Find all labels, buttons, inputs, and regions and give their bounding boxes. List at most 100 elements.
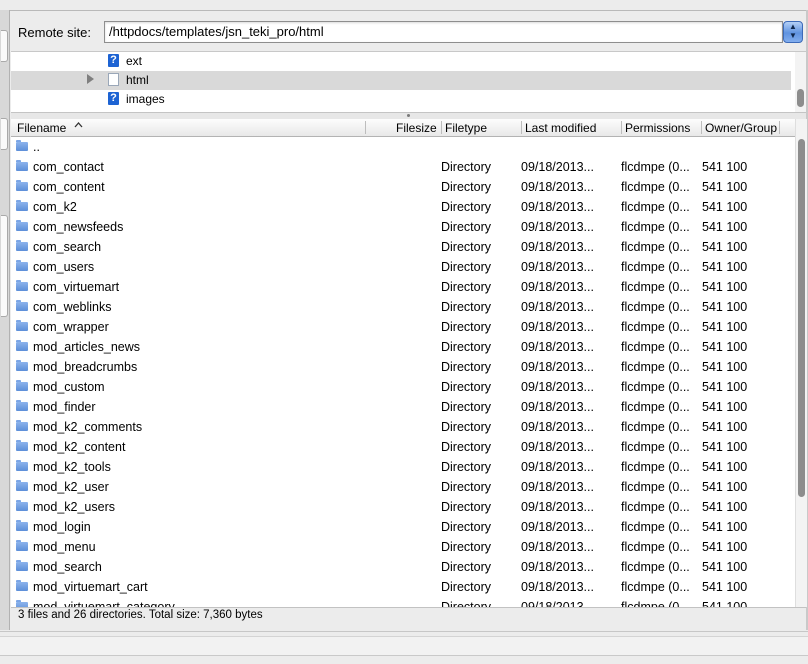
column-filetype[interactable]: Filetype bbox=[445, 121, 487, 135]
column-separator[interactable] bbox=[441, 121, 442, 134]
file-name: mod_articles_news bbox=[33, 340, 140, 354]
file-owner-group: 541 100 bbox=[702, 260, 748, 274]
tree-scrollbar[interactable] bbox=[795, 52, 806, 112]
left-pane-control[interactable] bbox=[1, 118, 8, 150]
tree-item-html[interactable]: html bbox=[11, 71, 791, 90]
table-row[interactable]: com_search Directory 09/18/2013... flcdmpe … bbox=[11, 237, 795, 257]
file-permissions: flcdmpe (0... bbox=[621, 600, 690, 607]
file-type: Directory bbox=[441, 320, 492, 334]
tree-item-images[interactable]: ? images bbox=[11, 90, 791, 109]
file-permissions: flcdmpe (0... bbox=[621, 240, 690, 254]
folder-icon bbox=[16, 500, 28, 511]
table-row[interactable]: com_content Directory 09/18/2013... flcdmpe… bbox=[11, 177, 795, 197]
file-permissions: flcdmpe (0... bbox=[621, 580, 690, 594]
column-permissions[interactable]: Permissions bbox=[625, 121, 690, 135]
folder-icon bbox=[16, 480, 28, 491]
column-separator[interactable] bbox=[621, 121, 622, 134]
file-modified: 09/18/2013... bbox=[521, 540, 594, 554]
file-type: Directory bbox=[441, 260, 492, 274]
file-modified: 09/18/2013... bbox=[521, 480, 594, 494]
table-row[interactable]: mod_k2_comments Directory 09/18/2013... flc… bbox=[11, 417, 795, 437]
column-separator[interactable] bbox=[779, 121, 780, 134]
file-permissions: flcdmpe (0... bbox=[621, 400, 690, 414]
remote-path-input[interactable] bbox=[104, 21, 783, 43]
table-row[interactable]: mod_k2_tools Directory 09/18/2013... flcdmp… bbox=[11, 457, 795, 477]
table-row[interactable]: mod_k2_users Directory 09/18/2013... flcdmp… bbox=[11, 497, 795, 517]
file-owner-group: 541 100 bbox=[702, 380, 748, 394]
splitter-grip-icon bbox=[407, 114, 410, 117]
column-filename[interactable]: Filename bbox=[17, 121, 66, 135]
folder-icon bbox=[16, 420, 28, 431]
table-row[interactable]: mod_finder Directory 09/18/2013... flcdmpe … bbox=[11, 397, 795, 417]
remote-directory-tree: ? ext html ? images bbox=[11, 51, 806, 113]
table-row[interactable]: com_users Directory 09/18/2013... flcdmpe (… bbox=[11, 257, 795, 277]
file-modified: 09/18/2013... bbox=[521, 460, 594, 474]
file-owner-group: 541 100 bbox=[702, 480, 748, 494]
file-list-header: Filename Filesize Filetype Last modified… bbox=[11, 119, 795, 137]
folder-icon bbox=[16, 320, 28, 331]
file-list-scrollbar-thumb[interactable] bbox=[798, 139, 805, 497]
file-name: mod_k2_comments bbox=[33, 420, 143, 434]
table-row[interactable]: .. bbox=[11, 137, 795, 157]
table-row[interactable]: mod_login Directory 09/18/2013... flcdmpe (… bbox=[11, 517, 795, 537]
table-row[interactable]: mod_k2_user Directory 09/18/2013... flcdmpe… bbox=[11, 477, 795, 497]
table-row[interactable]: mod_virtuemart_category Directory 09/18/20… bbox=[11, 597, 795, 607]
file-type: Directory bbox=[441, 200, 492, 214]
tree-item-label: ext bbox=[126, 54, 143, 68]
table-row[interactable]: com_newsfeeds Directory 09/18/2013... flcdm… bbox=[11, 217, 795, 237]
file-type: Directory bbox=[441, 600, 492, 607]
table-row[interactable]: com_contact Directory 09/18/2013... flcdmpe… bbox=[11, 157, 795, 177]
table-row[interactable]: mod_k2_content Directory 09/18/2013... flcd… bbox=[11, 437, 795, 457]
file-type: Directory bbox=[441, 360, 492, 374]
column-separator[interactable] bbox=[701, 121, 702, 134]
table-row[interactable]: mod_custom Directory 09/18/2013... flcdmpe … bbox=[11, 377, 795, 397]
file-owner-group: 541 100 bbox=[702, 600, 748, 607]
left-pane-control[interactable] bbox=[1, 215, 8, 317]
table-row[interactable]: com_k2 Directory 09/18/2013... flcdmpe (0..… bbox=[11, 197, 795, 217]
file-type: Directory bbox=[441, 280, 492, 294]
table-row[interactable]: mod_menu Directory 09/18/2013... flcdmpe (0… bbox=[11, 537, 795, 557]
file-owner-group: 541 100 bbox=[702, 160, 748, 174]
tree-item-ext[interactable]: ? ext bbox=[11, 52, 791, 71]
column-filesize[interactable]: Filesize bbox=[396, 121, 437, 135]
tree-item-label: images bbox=[126, 92, 165, 106]
file-permissions: flcdmpe (0... bbox=[621, 420, 690, 434]
file-name: mod_login bbox=[33, 520, 91, 534]
tree-scrollbar-thumb[interactable] bbox=[797, 89, 804, 107]
file-owner-group: 541 100 bbox=[702, 340, 748, 354]
table-row[interactable]: mod_virtuemart_cart Directory 09/18/2013..… bbox=[11, 577, 795, 597]
file-permissions: flcdmpe (0... bbox=[621, 200, 690, 214]
file-permissions: flcdmpe (0... bbox=[621, 160, 690, 174]
file-permissions: flcdmpe (0... bbox=[621, 440, 690, 454]
document-icon bbox=[108, 73, 119, 86]
updown-arrows-icon[interactable]: ▲ ▼ bbox=[783, 21, 803, 43]
left-pane-control[interactable] bbox=[1, 30, 8, 62]
table-row[interactable]: mod_search Directory 09/18/2013... flcdmpe … bbox=[11, 557, 795, 577]
column-separator[interactable] bbox=[365, 121, 366, 134]
file-type: Directory bbox=[441, 300, 492, 314]
file-permissions: flcdmpe (0... bbox=[621, 300, 690, 314]
folder-icon bbox=[16, 300, 28, 311]
remote-file-list: .. com_contact Directory 09/18/2013... flcdm… bbox=[11, 137, 795, 607]
file-modified: 09/18/2013... bbox=[521, 220, 594, 234]
file-name: com_search bbox=[33, 240, 102, 254]
table-row[interactable]: mod_articles_news Directory 09/18/2013... f… bbox=[11, 337, 795, 357]
column-last-modified[interactable]: Last modified bbox=[525, 121, 596, 135]
file-name: mod_finder bbox=[33, 400, 96, 414]
file-name: mod_k2_tools bbox=[33, 460, 111, 474]
column-separator[interactable] bbox=[521, 121, 522, 134]
folder-icon bbox=[16, 240, 28, 251]
folder-icon bbox=[16, 340, 28, 351]
table-row[interactable]: com_wrapper Directory 09/18/2013... flcdmpe… bbox=[11, 317, 795, 337]
expand-arrow-icon[interactable] bbox=[87, 74, 94, 84]
folder-icon bbox=[16, 260, 28, 271]
table-row[interactable]: com_weblinks Directory 09/18/2013... flcdmp… bbox=[11, 297, 795, 317]
tree-item-label: html bbox=[126, 73, 149, 87]
column-owner-group[interactable]: Owner/Group bbox=[705, 121, 777, 135]
file-type: Directory bbox=[441, 560, 492, 574]
file-owner-group: 541 100 bbox=[702, 500, 748, 514]
table-row[interactable]: mod_breadcrumbs Directory 09/18/2013... flc… bbox=[11, 357, 795, 377]
file-modified: 09/18/2013... bbox=[521, 600, 594, 607]
file-list-scrollbar[interactable] bbox=[795, 119, 807, 607]
table-row[interactable]: com_virtuemart Directory 09/18/2013... flcd… bbox=[11, 277, 795, 297]
